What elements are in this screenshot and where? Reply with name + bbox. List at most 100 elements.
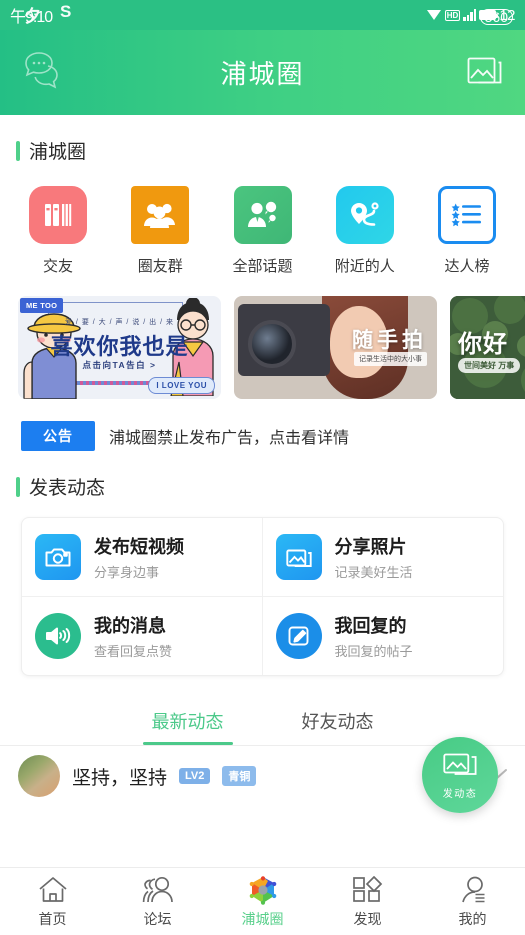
nav-label: 我的 bbox=[458, 910, 487, 927]
discover-icon bbox=[352, 875, 384, 905]
post-action-my-replies[interactable]: 我回复的 我回复的帖子 bbox=[263, 597, 504, 675]
nav-item-forum[interactable]: 论坛 bbox=[105, 875, 210, 929]
post-action-text: 我回复的 我回复的帖子 bbox=[335, 612, 413, 660]
banner-title: 你好 bbox=[458, 331, 508, 358]
grid-item-label: 附近的人 bbox=[334, 258, 395, 275]
grid-item-label: 全部话题 bbox=[232, 258, 293, 275]
signal-icon bbox=[463, 9, 477, 21]
announcement-badge: 公告 bbox=[21, 421, 95, 451]
post-action-title: 发布短视频 bbox=[94, 537, 184, 557]
section-accent-bar bbox=[16, 140, 20, 161]
grid-item-label: 达人榜 bbox=[444, 258, 490, 275]
banner-tag: 世间美好 万事 bbox=[458, 358, 521, 373]
app-header: 浦城圈 bbox=[0, 30, 525, 115]
grid-item-fujinderen[interactable]: 附近的人 bbox=[329, 186, 401, 276]
page-title: 浦城圈 bbox=[220, 59, 305, 89]
gallery-icon[interactable] bbox=[467, 54, 503, 91]
status-overlay-glyph-1: 夕 bbox=[24, 7, 41, 26]
nav-item-home[interactable]: 首页 bbox=[0, 875, 105, 929]
rank-badge: 青铜 bbox=[222, 766, 257, 786]
banner-carousel[interactable]: ME TOO 爱 / 要 / 大 / 声 / 说 / 出 / 来 喜欢你我也是 … bbox=[0, 276, 525, 399]
grid-item-darenbang[interactable]: 达人榜 bbox=[431, 186, 503, 276]
books-icon bbox=[29, 186, 87, 244]
wifi-icon bbox=[426, 9, 442, 21]
tab-latest[interactable]: 最新动态 bbox=[142, 708, 233, 745]
speaker-icon bbox=[35, 613, 81, 659]
banner-card-2[interactable]: 随手拍 记录生活中的大小事 bbox=[234, 296, 437, 399]
section-title-text: 发表动态 bbox=[29, 478, 106, 499]
quick-action-grid: 交友 圈友群 全部话题 附近的人 达人榜 bbox=[0, 164, 525, 276]
app-screen: 午9:10 夕 S HD 12 360 浦城圈 浦城圈 交友 圈友群 全部话题 … bbox=[0, 0, 525, 935]
section-title-text: 浦城圈 bbox=[29, 142, 87, 163]
home-icon bbox=[38, 875, 68, 905]
nav-item-profile[interactable]: 我的 bbox=[420, 875, 525, 929]
gallery-icon bbox=[443, 751, 477, 782]
colorful-aperture bbox=[249, 875, 276, 905]
banner-tag: ME TOO bbox=[20, 298, 64, 313]
status-overlay-badge: 360 bbox=[479, 8, 513, 25]
post-action-subtitle: 分享身边事 bbox=[94, 565, 160, 580]
profile-icon bbox=[458, 875, 488, 905]
banner-card-3[interactable]: 你好 世间美好 万事 bbox=[450, 296, 525, 399]
section-header-circle: 浦城圈 bbox=[0, 115, 525, 164]
post-fab-button[interactable]: 发动态 bbox=[422, 737, 498, 813]
post-action-text: 发布短视频 分享身边事 bbox=[94, 533, 184, 581]
banner-subtitle: 爱 / 要 / 大 / 声 / 说 / 出 / 来 bbox=[64, 319, 174, 326]
post-action-card: 发布短视频 分享身边事 分享照片 记录美好生活 我的消息 查看回复点赞 我回复的… bbox=[21, 517, 504, 676]
camera-icon bbox=[35, 534, 81, 580]
status-overlay-glyph-2: S bbox=[60, 2, 72, 21]
post-action-text: 我的消息 查看回复点赞 bbox=[94, 612, 172, 660]
post-action-my-messages[interactable]: 我的消息 查看回复点赞 bbox=[22, 597, 263, 675]
post-action-title: 我的消息 bbox=[94, 616, 166, 636]
nav-label: 发现 bbox=[353, 910, 382, 927]
banner-bubble: I LOVE YOU bbox=[148, 377, 215, 394]
pencil-icon bbox=[275, 613, 322, 659]
banner-cta[interactable]: 点击向TA告白 > bbox=[18, 359, 221, 371]
hd-icon: HD bbox=[444, 9, 461, 21]
grid-item-quanbuhuati[interactable]: 全部话题 bbox=[227, 186, 299, 276]
avatar[interactable] bbox=[18, 755, 60, 797]
announcement-text[interactable]: 浦城圈禁止发布广告，点击看详情 bbox=[109, 424, 349, 448]
post-action-share-photo[interactable]: 分享照片 记录美好生活 bbox=[262, 518, 503, 597]
section-header-post: 发表动态 bbox=[0, 451, 525, 500]
post-action-text: 分享照片 记录美好生活 bbox=[335, 533, 413, 581]
nav-item-circle[interactable]: 浦城圈 bbox=[210, 875, 315, 929]
banner-card-1[interactable]: ME TOO 爱 / 要 / 大 / 声 / 说 / 出 / 来 喜欢你我也是 … bbox=[18, 296, 221, 399]
post-action-subtitle: 查看回复点赞 bbox=[94, 644, 173, 659]
tab-friends[interactable]: 好友动态 bbox=[302, 708, 374, 745]
post-action-short-video[interactable]: 发布短视频 分享身边事 bbox=[22, 518, 263, 597]
bottom-navigation: 首页 论坛 浦城圈 发现 我的 bbox=[0, 867, 525, 935]
banner-illustration-lens bbox=[248, 320, 296, 368]
ranklist-icon bbox=[438, 186, 496, 244]
banner-title: 随手拍 bbox=[352, 329, 427, 352]
grid-item-label: 交友 bbox=[42, 258, 73, 275]
feed-author-name: 坚持，坚持 bbox=[72, 767, 168, 789]
status-bar-left: 午9:10 夕 S bbox=[10, 2, 71, 27]
announcement-bar[interactable]: 公告 浦城圈禁止发布广告，点击看详情 bbox=[0, 399, 525, 451]
status-bar-right: HD 12 360 bbox=[426, 7, 515, 25]
post-action-subtitle: 我回复的帖子 bbox=[334, 644, 413, 659]
location-icon bbox=[335, 186, 394, 244]
fab-label: 发动态 bbox=[442, 788, 478, 800]
circle-icon bbox=[247, 875, 279, 905]
nav-label: 浦城圈 bbox=[241, 910, 284, 927]
grid-item-jiaoyou[interactable]: 交友 bbox=[22, 186, 94, 276]
photos-icon bbox=[275, 534, 322, 580]
post-action-title: 我回复的 bbox=[334, 616, 407, 636]
forum-icon bbox=[142, 875, 174, 905]
chat-bubbles-icon[interactable] bbox=[22, 49, 66, 96]
nav-label: 论坛 bbox=[143, 910, 172, 927]
nav-item-discover[interactable]: 发现 bbox=[315, 875, 420, 929]
post-action-subtitle: 记录美好生活 bbox=[334, 565, 413, 580]
grid-item-quanyouqun[interactable]: 圈友群 bbox=[124, 186, 196, 276]
status-bar: 午9:10 夕 S HD 12 360 bbox=[0, 0, 525, 30]
group-icon bbox=[131, 186, 190, 244]
nav-label: 首页 bbox=[38, 910, 67, 927]
level-badge: LV2 bbox=[179, 768, 211, 784]
section-accent-bar bbox=[16, 476, 20, 497]
banner-tag: 记录生活中的大小事 bbox=[354, 352, 427, 366]
post-action-title: 分享照片 bbox=[334, 537, 407, 557]
grid-item-label: 圈友群 bbox=[137, 258, 183, 275]
topic-icon bbox=[233, 186, 292, 244]
banner-title: 喜欢你我也是 bbox=[50, 334, 189, 359]
